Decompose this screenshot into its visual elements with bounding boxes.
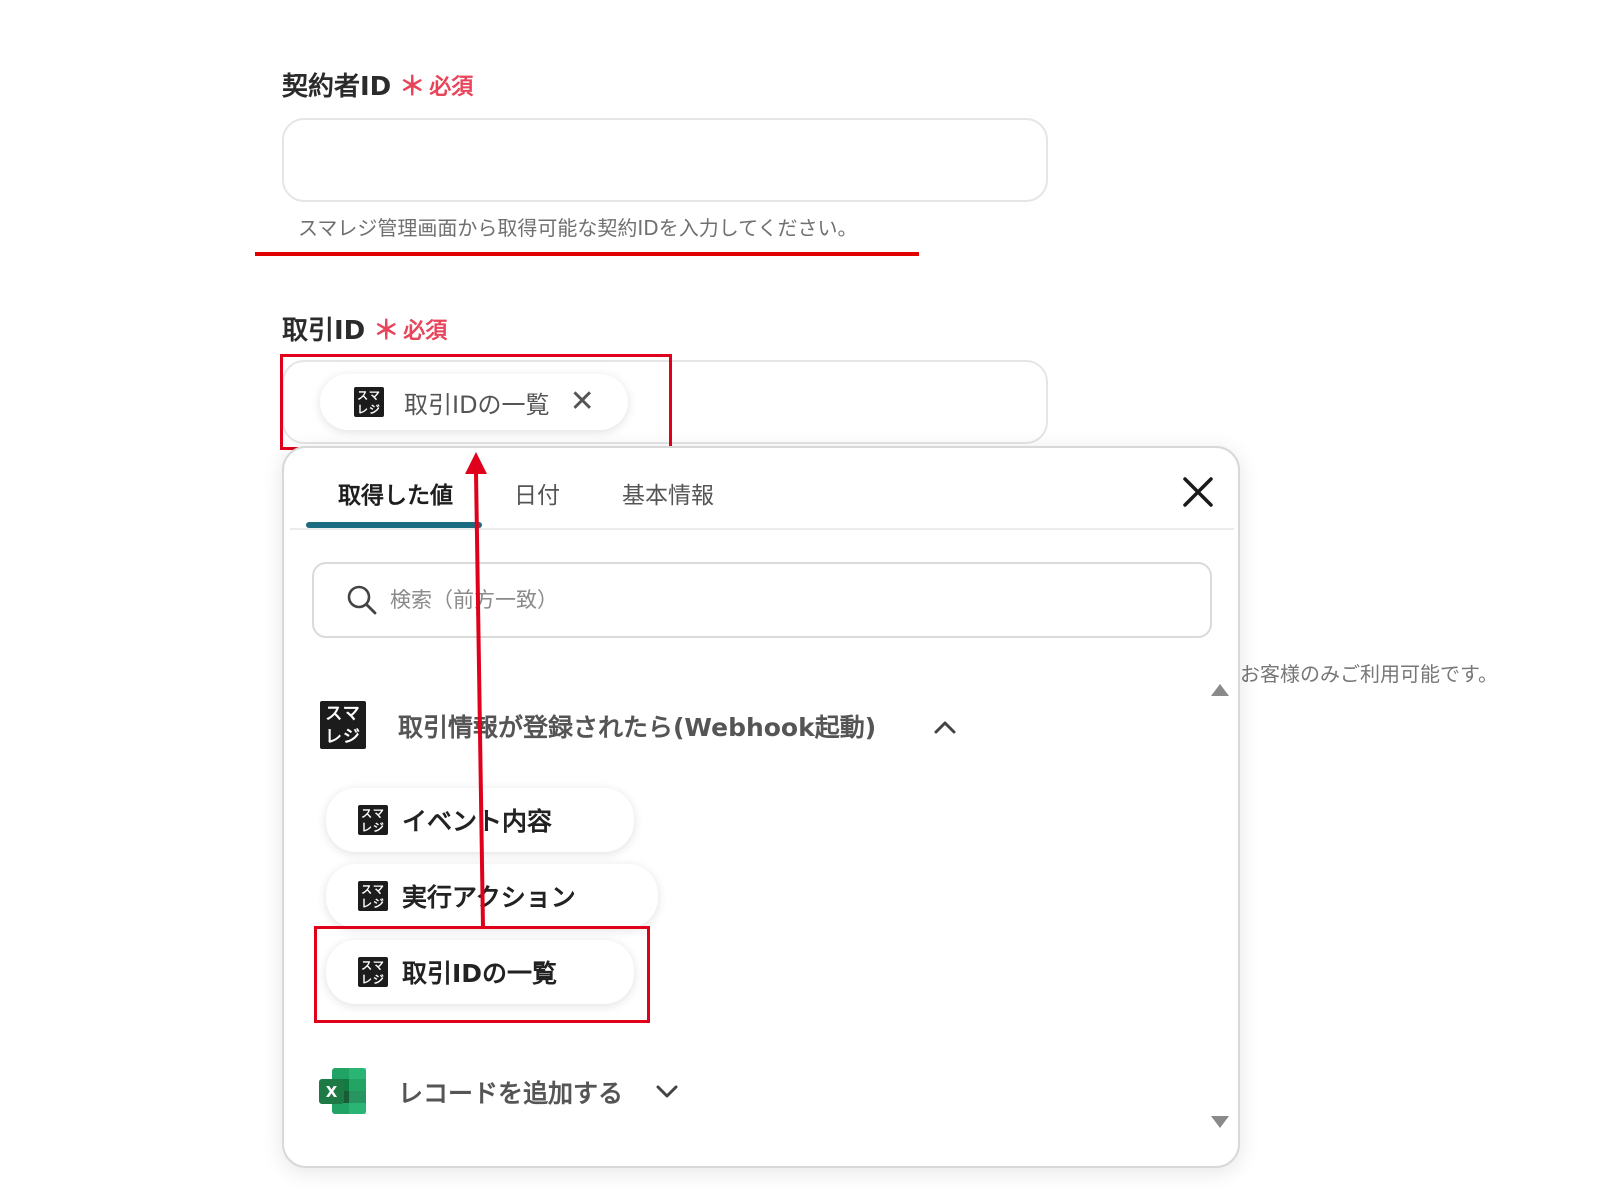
- annotation-arrow: [465, 452, 487, 929]
